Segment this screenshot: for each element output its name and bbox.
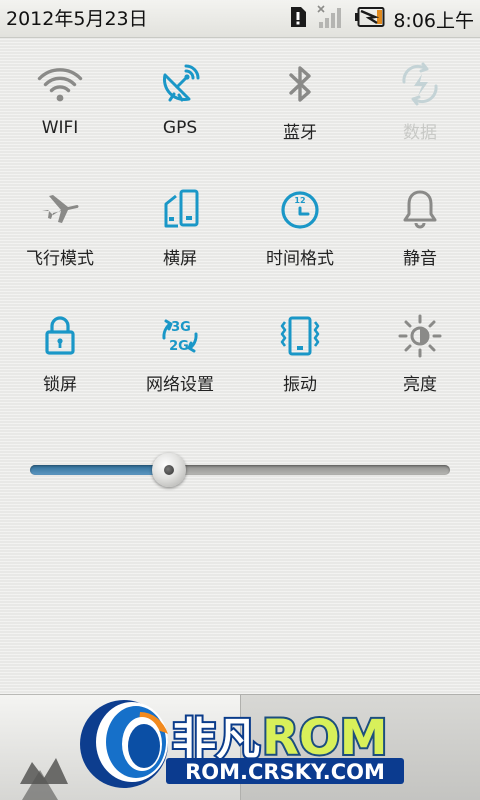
toggle-label: 时间格式 [266,249,334,269]
clock-icon-number: 12 [294,196,305,205]
toggle-wifi[interactable]: WIFI [0,60,120,170]
toggle-label: 横屏 [163,249,197,269]
quick-settings-panel: WIFI GPS 蓝牙 数据 飞行模式 横屏 12 时间格式 静音 锁屏 3G … [0,38,480,694]
toggle-label: 飞行模式 [26,249,94,269]
mobile-data-icon [396,60,444,108]
slider-thumb[interactable] [152,453,186,487]
toggle-label: 数据 [403,123,437,143]
crsky-watermark: 非凡 ROM ROM.CRSKY.COM [16,696,426,800]
slider-fill [30,465,169,475]
gps-satellite-icon [156,60,204,108]
bell-icon [396,186,444,234]
brightness-slider[interactable] [30,453,450,487]
toggle-rotation[interactable]: 横屏 [120,186,240,296]
status-icons: 8:06上午 [279,4,474,34]
toggle-label: WIFI [41,118,79,138]
clock-icon: 12 [276,186,324,234]
toggle-network[interactable]: 3G 2G 网络设置 [120,312,240,422]
bluetooth-icon [276,60,324,108]
toggle-label: 锁屏 [43,375,77,395]
sd-card-icon [289,6,307,32]
watermark-title-cn: 非凡 [172,714,260,765]
toggle-label: GPS [162,118,198,138]
airplane-icon [36,186,84,234]
toggle-vibrate[interactable]: 振动 [240,312,360,422]
status-date: 2012年5月23日 [6,8,148,30]
wifi-icon [36,60,84,108]
status-bar[interactable]: 2012年5月23日 8:06上午 [0,0,480,38]
network-icon-2g-text: 2G [169,339,189,354]
toggle-label: 蓝牙 [283,123,317,143]
toggle-label: 静音 [403,249,437,269]
toggle-mobile-data[interactable]: 数据 [360,60,480,170]
toggle-time-format[interactable]: 12 时间格式 [240,186,360,296]
toggle-silent[interactable]: 静音 [360,186,480,296]
3g-2g-switch-icon: 3G 2G [156,312,204,360]
toggle-gps[interactable]: GPS [120,60,240,170]
watermark-logo-swoosh [20,700,168,800]
battery-charging-icon [355,7,385,31]
status-time: 8:06上午 [393,9,474,32]
screen-rotation-icon [156,186,204,234]
toggle-bluetooth[interactable]: 蓝牙 [240,60,360,170]
no-signal-icon [317,5,345,33]
toggle-airplane[interactable]: 飞行模式 [0,186,120,296]
toggle-label: 网络设置 [146,375,214,395]
toggle-label: 振动 [283,375,317,395]
vibrate-icon [276,312,324,360]
watermark-title-en: ROM [262,710,388,766]
brightness-sun-icon [396,312,444,360]
toggle-label: 亮度 [403,375,437,395]
padlock-icon [36,312,84,360]
toggle-lock-screen[interactable]: 锁屏 [0,312,120,422]
network-icon-3g-text: 3G [171,320,191,335]
watermark-url: ROM.CRSKY.COM [185,760,385,784]
toggle-brightness[interactable]: 亮度 [360,312,480,422]
